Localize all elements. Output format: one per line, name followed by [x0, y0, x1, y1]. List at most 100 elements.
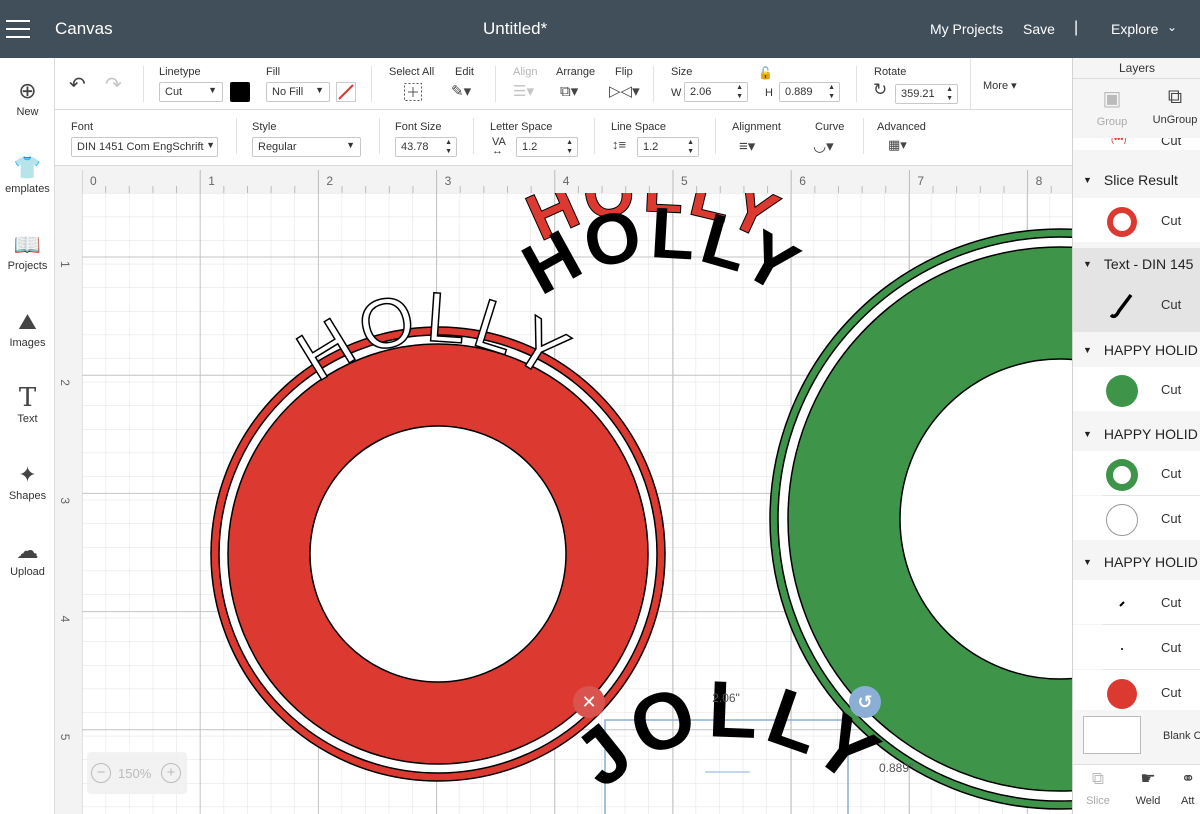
align-icon[interactable]: ☰▾ [513, 82, 534, 100]
sidebar-item-text[interactable]: T Text [0, 383, 55, 425]
sidebar-item-label: Shapes [8, 490, 47, 502]
chevron-down-icon[interactable]: ⌄ [1167, 20, 1177, 34]
blank-canvas-label: Blank C [1163, 730, 1200, 742]
sidebar-item-images[interactable]: ⛰ Images [0, 307, 55, 349]
ungroup-button[interactable]: ⧉ UnGroup [1149, 86, 1200, 126]
zoom-in-button[interactable]: + [161, 763, 181, 783]
font-size-input[interactable]: 43.78 ▲ ▼ [395, 137, 457, 157]
linetype-color-swatch[interactable] [230, 82, 250, 102]
toolbar-divider [143, 66, 144, 102]
layer-cut-label: Cut [1161, 685, 1182, 700]
more-button[interactable]: More ▾ [983, 79, 1017, 92]
layer-row[interactable]: Cut [1073, 198, 1200, 242]
width-value: 2.06 [690, 86, 712, 98]
rotate-input[interactable]: 359.21 ▲ ▼ [895, 84, 958, 104]
hamburger-menu-icon[interactable] [6, 20, 30, 38]
fill-select[interactable]: No Fill ▼ [266, 82, 330, 102]
save-button[interactable]: Save [1023, 21, 1055, 37]
group-button[interactable]: ▣ Group [1087, 86, 1137, 128]
delete-handle-icon[interactable]: ✕ [573, 686, 605, 718]
layer-cut-label: Cut [1161, 213, 1182, 228]
stepper-icon[interactable]: ▲ ▼ [566, 138, 573, 156]
letter-space-input[interactable]: 1.2 ▲ ▼ [516, 137, 578, 157]
partial-thumb: (•••) [1111, 138, 1127, 144]
layer-group-header[interactable]: ▼ HAPPY HOLID [1073, 342, 1200, 358]
layer-row[interactable]: Cut [1073, 496, 1200, 540]
layer-row[interactable]: Cut [1073, 451, 1200, 495]
stepper-icon[interactable]: ▲ ▼ [687, 138, 694, 156]
line-space-input[interactable]: 1.2 ▲ ▼ [637, 137, 699, 157]
rotate-handle-icon[interactable]: ↺ [849, 686, 881, 718]
edit-pencil-icon[interactable]: ✎▾ [451, 82, 471, 100]
explore-button[interactable]: Explore [1111, 21, 1158, 37]
attach-button[interactable]: ⚭ Att [1181, 769, 1200, 807]
font-select[interactable]: DIN 1451 Com EngSchrift ▼ [71, 137, 218, 157]
redo-icon[interactable]: ↷ [105, 72, 122, 97]
flip-label: Flip [615, 66, 633, 78]
undo-icon[interactable]: ↶ [69, 72, 86, 97]
layer-cut-label: Cut [1161, 595, 1182, 610]
sidebar-item-new[interactable]: ⊕ New [0, 76, 55, 118]
layer-group-header[interactable]: ▼ Text - DIN 145 [1073, 256, 1200, 272]
layer-row[interactable]: Cut [1073, 670, 1200, 714]
curve-icon[interactable]: ◡▾ [813, 137, 834, 155]
style-select[interactable]: Regular ▼ [252, 137, 361, 157]
book-icon: 📖 [13, 232, 42, 257]
stepper-icon[interactable]: ▲ ▼ [736, 83, 743, 101]
design-canvas[interactable]: HOLLY HOLLY HOLLY JOLLY 2.06" 0.889" ✕ ↺… [55, 166, 1072, 814]
no-fill-swatch-icon[interactable] [336, 82, 356, 102]
green-circle-thumb [1106, 375, 1138, 407]
text-align-icon[interactable]: ≡▾ [739, 137, 755, 155]
vertical-ruler: 1 2 3 4 5 [55, 166, 82, 814]
sidebar-item-label: Upload [10, 566, 45, 578]
layers-title: Layers [1118, 61, 1156, 75]
my-projects-link[interactable]: My Projects [930, 21, 1003, 37]
height-input[interactable]: 0.889 ▲ ▼ [779, 82, 840, 102]
slice-button[interactable]: ⧉ Slice [1078, 769, 1118, 807]
layer-group-header[interactable]: ▼ HAPPY HOLID [1073, 554, 1200, 570]
red-circle-thumb [1107, 679, 1137, 709]
canvas-stage[interactable]: HOLLY HOLLY HOLLY JOLLY 2.06" 0.889" [55, 166, 1072, 814]
stepper-icon[interactable]: ▲ ▼ [445, 138, 452, 156]
layer-row[interactable]: Cut [1073, 367, 1200, 411]
ruler-tick-label: 2 [326, 174, 333, 188]
text-t-icon: T [18, 383, 37, 413]
layer-group-header[interactable]: ▼ Slice Result [1073, 172, 1200, 188]
width-readout: 2.06" [712, 691, 740, 705]
layer-group-header[interactable]: ▼ HAPPY HOLID [1073, 426, 1200, 442]
layer-row-partial[interactable]: Cut (•••) [1073, 138, 1200, 150]
letter-space-icon: VA ↔ [492, 136, 506, 157]
stepper-icon[interactable]: ▲ ▼ [946, 85, 953, 103]
sidebar-item-upload[interactable]: ☁ Upload [0, 536, 55, 578]
layer-row[interactable]: Cut [1073, 580, 1200, 624]
stepper-icon[interactable]: ▲ ▼ [828, 83, 835, 101]
ruler-tick-label: 5 [58, 734, 72, 741]
app-window: Canvas Untitled* My Projects Save | Expl… [0, 0, 1200, 814]
ruler-tick-label: 3 [58, 497, 72, 504]
sidebar-item-shapes[interactable]: ✦ Shapes [0, 460, 55, 502]
blank-canvas-row[interactable]: Blank C [1073, 710, 1200, 762]
sidebar-item-projects[interactable]: 📖 Projects [0, 230, 55, 272]
font-size-value: 43.78 [401, 141, 429, 153]
ruler-corner [55, 166, 82, 193]
linetype-select[interactable]: Cut ▼ [159, 82, 223, 102]
advanced-icon[interactable]: ▦▾ [888, 137, 907, 153]
sidebar-item-templates[interactable]: 👕 emplates [0, 153, 55, 195]
width-input[interactable]: 2.06 ▲ ▼ [684, 82, 748, 102]
flip-icon[interactable]: ▷◁▾ [609, 82, 640, 100]
layer-row[interactable]: Cut [1073, 282, 1200, 326]
blank-canvas-swatch[interactable] [1083, 716, 1141, 754]
red-ring-hole [309, 425, 567, 683]
advanced-label: Advanced [877, 121, 926, 133]
weld-button[interactable]: ☛ Weld [1128, 769, 1168, 807]
layer-cut-label: Cut [1161, 382, 1182, 397]
lock-icon[interactable]: 🔓 [758, 66, 773, 80]
ruler-tick-label: 4 [563, 174, 570, 188]
zoom-out-button[interactable]: − [91, 763, 111, 783]
select-all-icon[interactable] [403, 82, 423, 102]
attach-label: Att [1181, 795, 1195, 807]
layer-row[interactable]: Cut [1073, 625, 1200, 669]
document-title[interactable]: Untitled* [483, 19, 547, 39]
topbar-divider: | [1074, 19, 1079, 36]
arrange-icon[interactable]: ⧉▾ [560, 82, 578, 100]
